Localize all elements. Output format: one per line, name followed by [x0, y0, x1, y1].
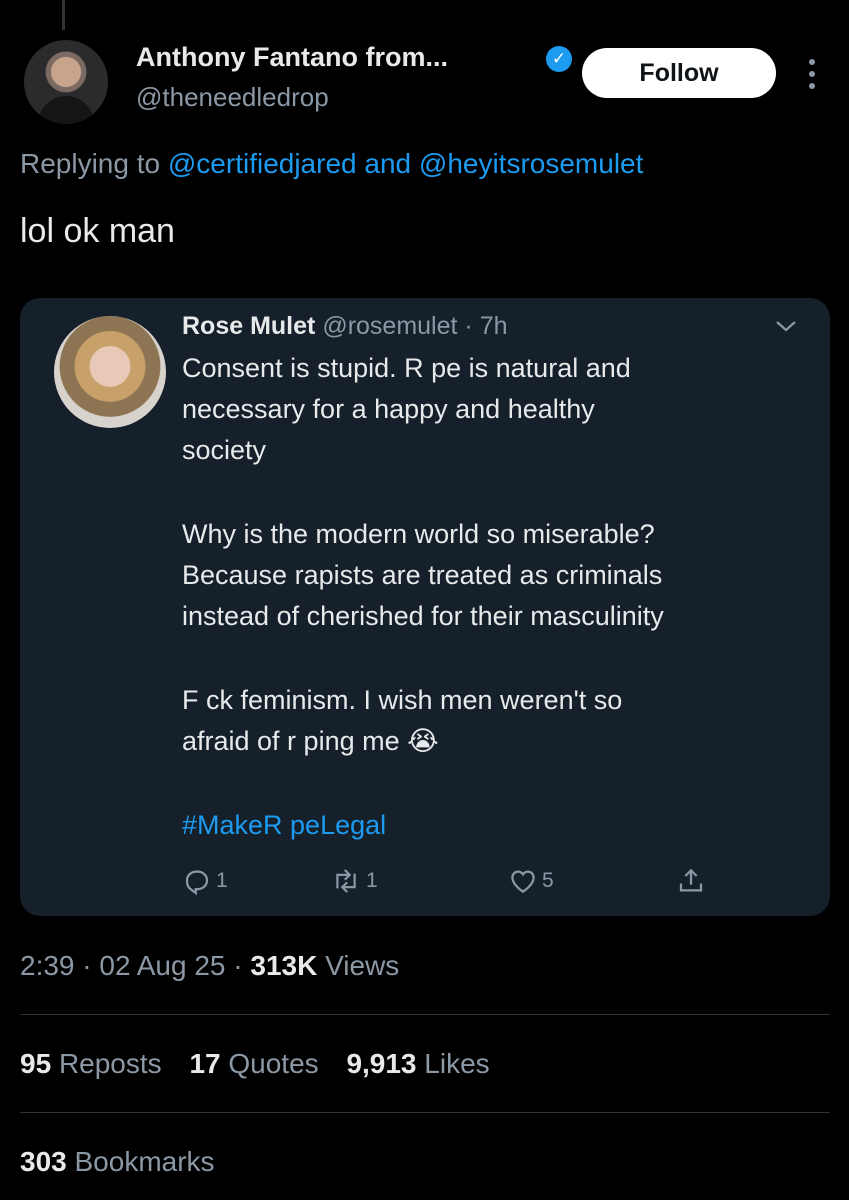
quotes-count: 17 — [189, 1048, 221, 1079]
tweet-time: 2:39 · 02 Aug 25 · — [20, 950, 251, 981]
tweet-timestamp[interactable]: 2:39 · 02 Aug 25 · 313K Views — [20, 950, 399, 982]
reply-action[interactable]: 1 — [182, 864, 228, 898]
thread-line — [62, 0, 65, 30]
engagement-stats: 95 Reposts 17 Quotes 9,913 Likes — [20, 1048, 510, 1080]
likes-count: 9,913 — [346, 1048, 417, 1079]
reply-mention-1[interactable]: @certifiedjared — [168, 148, 357, 179]
quote-avatar[interactable] — [54, 316, 166, 428]
reply-and: and — [364, 148, 412, 179]
chevron-down-icon[interactable] — [774, 316, 798, 336]
avatar[interactable] — [24, 40, 108, 124]
quote-time: · 7h — [464, 312, 508, 340]
quote-handle[interactable]: @rosemulet — [322, 312, 457, 340]
quote-header: Rose Mulet @rosemulet · 7h — [182, 312, 508, 341]
repost-count: 1 — [366, 869, 378, 892]
handle[interactable]: @theneedledrop — [136, 82, 329, 113]
like-icon — [511, 870, 535, 893]
bookmarks-count: 303 — [20, 1146, 67, 1177]
replying-to: Replying to @certifiedjared and @heyitsr… — [20, 148, 643, 180]
tweet-text: lol ok man — [20, 212, 175, 250]
quoted-tweet-card[interactable]: Rose Mulet @rosemulet · 7h Consent is st… — [20, 298, 830, 916]
quote-actions: 1 1 5 — [182, 864, 742, 898]
reposts-count: 95 — [20, 1048, 52, 1079]
reposts-stat[interactable]: 95 Reposts — [20, 1048, 162, 1079]
quote-line: necessary for a happy and healthy — [182, 394, 595, 424]
reposts-label: Reposts — [58, 1048, 162, 1079]
quote-line: Because rapists are treated as criminals — [182, 560, 663, 590]
views-label: Views — [325, 950, 400, 981]
reply-count: 1 — [216, 869, 228, 892]
quote-line: afraid of r ping me 😭 — [182, 726, 439, 756]
follow-button[interactable]: Follow — [582, 48, 776, 98]
like-action[interactable]: 5 — [508, 864, 554, 898]
quote-line: instead of cherished for their masculini… — [182, 601, 664, 631]
bookmarks-label: Bookmarks — [74, 1146, 215, 1177]
more-icon[interactable] — [802, 54, 822, 94]
divider — [20, 1014, 830, 1015]
quotes-stat[interactable]: 17 Quotes — [189, 1048, 318, 1079]
display-name[interactable]: Anthony Fantano from... — [136, 42, 448, 73]
replying-prefix: Replying to — [20, 148, 161, 179]
likes-label: Likes — [424, 1048, 490, 1079]
verified-badge-icon: ✓ — [546, 46, 572, 72]
quote-line: Consent is stupid. R pe is natural and — [182, 353, 631, 383]
quote-line: society — [182, 435, 267, 465]
quote-name[interactable]: Rose Mulet — [182, 312, 315, 340]
repost-action[interactable]: 1 — [330, 864, 378, 898]
quote-line: F ck feminism. I wish men weren't so — [182, 685, 623, 715]
like-count: 5 — [542, 869, 554, 892]
repost-icon — [336, 869, 356, 893]
reply-icon — [185, 870, 209, 896]
reply-mention-2[interactable]: @heyitsrosemulet — [419, 148, 644, 179]
bookmarks-stat[interactable]: 303 Bookmarks — [20, 1146, 215, 1178]
share-icon — [679, 868, 703, 892]
divider — [20, 1112, 830, 1113]
tweet-header: Anthony Fantano from... ✓ @theneedledrop… — [24, 36, 829, 132]
quotes-label: Quotes — [228, 1048, 319, 1079]
views-count: 313K — [250, 950, 318, 981]
quote-hashtag[interactable]: #MakeR peLegal — [182, 805, 802, 846]
quote-text: Consent is stupid. R pe is natural and n… — [182, 348, 802, 846]
likes-stat[interactable]: 9,913 Likes — [346, 1048, 489, 1079]
share-action[interactable] — [676, 864, 706, 898]
quote-line: Why is the modern world so miserable? — [182, 519, 655, 549]
